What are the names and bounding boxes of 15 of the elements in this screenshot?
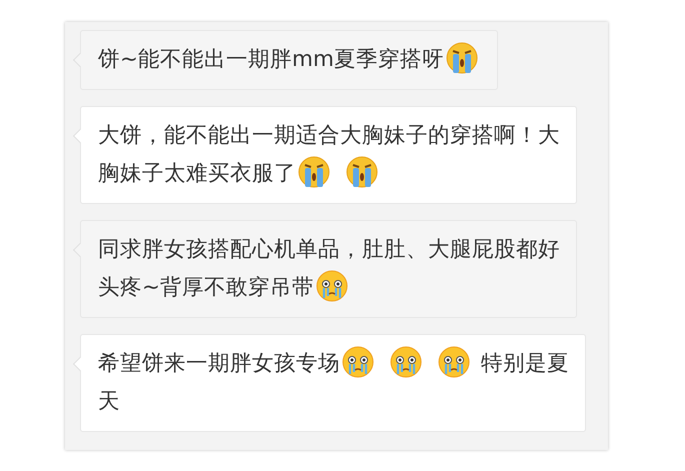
comment-text: 特别是夏 <box>481 351 569 376</box>
comment-text: 头疼~背厚不敢穿吊带 <box>98 275 314 300</box>
comment-text: 同求胖女孩搭配心机单品，肚肚、大腿屁股都好 <box>98 237 560 262</box>
comment-text: 大饼，能不能出一期适合大胸妹子的穿搭啊！大 <box>98 123 560 148</box>
teary-face-icon <box>389 345 423 379</box>
crying-face-icon <box>297 155 331 189</box>
comment-text: 希望饼来一期胖女孩专场 <box>98 351 340 376</box>
teary-face-icon <box>315 269 350 303</box>
comment-text: 饼~能不能出一期胖mm夏季穿搭呀 <box>98 47 444 72</box>
crying-face-icon <box>345 155 379 189</box>
crying-face-icon <box>444 41 479 75</box>
comment-text: 胸妹子太难买衣服了 <box>98 161 296 186</box>
comment-text: 天 <box>98 389 120 414</box>
teary-face-icon <box>437 345 471 379</box>
teary-face-icon <box>341 345 375 379</box>
